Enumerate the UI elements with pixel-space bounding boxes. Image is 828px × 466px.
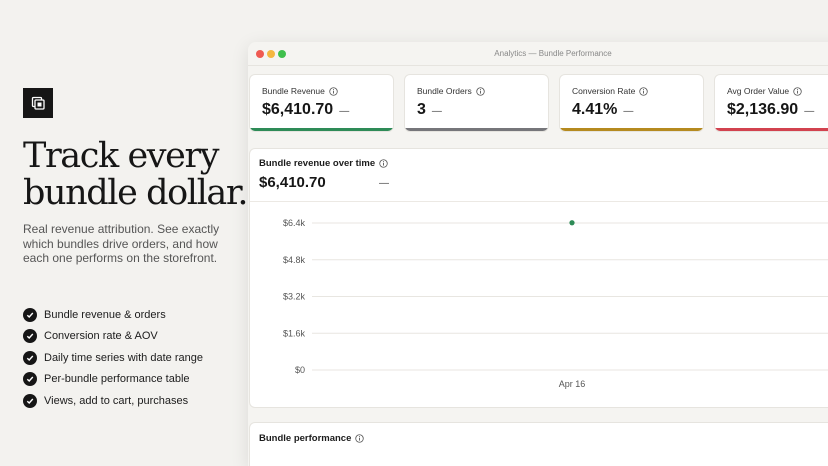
kpi-accent-bar xyxy=(405,128,548,131)
performance-title: Bundle performance xyxy=(259,433,352,444)
hero-description: Real revenue attribution. See exactly wh… xyxy=(23,222,220,265)
check-icon xyxy=(23,372,37,387)
kpi-label: Bundle Orders xyxy=(417,86,472,96)
info-icon[interactable] xyxy=(355,434,365,443)
feature-label: Views, add to cart, purchases xyxy=(44,394,189,407)
feature-item: Per-bundle performance table xyxy=(23,369,203,391)
kpi-delta: — xyxy=(623,106,634,117)
hero-headline-line-1: Track every xyxy=(23,136,220,176)
revenue-chart-card: Bundle revenue over time $6,410.70 — $6.… xyxy=(249,148,828,408)
kpi-label: Conversion Rate xyxy=(572,86,636,96)
feature-label: Conversion rate & AOV xyxy=(44,330,158,343)
y-tick-label: $6.4k xyxy=(283,218,306,228)
kpi-card-bundle-orders: Bundle Orders 3 — xyxy=(404,74,549,132)
info-icon[interactable] xyxy=(476,86,485,96)
info-icon[interactable] xyxy=(329,86,338,96)
kpi-card-avg-order-value: Avg Order Value $2,136.90 — xyxy=(714,74,828,132)
kpi-delta: — xyxy=(431,106,442,117)
window-title: Analytics — Bundle Performance xyxy=(494,49,612,58)
kpi-accent-bar xyxy=(560,128,703,131)
revenue-line-chart: $6.4k $4.8k $3.2k $1.6k $0 Apr 16 xyxy=(283,218,828,389)
kpi-card-bundle-revenue: Bundle Revenue $6,410.70 — xyxy=(249,74,394,132)
bundle-performance-card: Bundle performance xyxy=(249,422,828,466)
feature-item: Bundle revenue & orders xyxy=(23,304,203,326)
kpi-value: $2,136.90 xyxy=(727,101,799,118)
data-point[interactable] xyxy=(569,220,575,226)
feature-label: Bundle revenue & orders xyxy=(44,308,166,321)
kpi-value: 4.41% xyxy=(572,101,618,118)
kpi-delta: — xyxy=(339,106,350,117)
feature-label: Per-bundle performance table xyxy=(44,373,190,386)
feature-item: Conversion rate & AOV xyxy=(23,326,203,348)
kpi-card-conversion-rate: Conversion Rate 4.41% — xyxy=(559,74,704,132)
hero-headline: Track every bundle dollar. xyxy=(23,138,253,212)
app-window: Analytics — Bundle Performance Bundle Re… xyxy=(248,42,828,466)
hero-panel: Track every bundle dollar. Real revenue … xyxy=(23,0,248,466)
hero-headline-line-2: bundle dollar. xyxy=(23,173,248,213)
kpi-value: $6,410.70 xyxy=(262,101,334,118)
check-icon xyxy=(23,350,37,365)
y-tick-label: $0 xyxy=(295,365,305,375)
check-icon xyxy=(23,329,37,344)
y-tick-label: $4.8k xyxy=(283,255,306,265)
kpi-accent-bar xyxy=(715,128,828,131)
info-icon[interactable] xyxy=(793,86,802,96)
check-icon xyxy=(23,307,37,322)
kpi-accent-bar xyxy=(250,128,393,131)
feature-item: Daily time series with date range xyxy=(23,347,203,369)
feature-item: Views, add to cart, purchases xyxy=(23,390,203,412)
kpi-label: Bundle Revenue xyxy=(262,86,325,96)
x-tick-label: Apr 16 xyxy=(559,379,586,389)
feature-label: Daily time series with date range xyxy=(44,351,203,364)
y-tick-label: $3.2k xyxy=(283,292,306,302)
y-tick-label: $1.6k xyxy=(283,328,306,338)
feature-list: Bundle revenue & orders Conversion rate … xyxy=(23,304,203,412)
kpi-label: Avg Order Value xyxy=(727,86,790,96)
bundle-box-icon xyxy=(23,88,53,118)
kpi-value: 3 xyxy=(417,101,426,118)
kpi-delta: — xyxy=(804,106,815,117)
check-icon xyxy=(23,393,37,408)
window-titlebar: Analytics — Bundle Performance xyxy=(248,42,828,66)
info-icon[interactable] xyxy=(639,86,648,96)
